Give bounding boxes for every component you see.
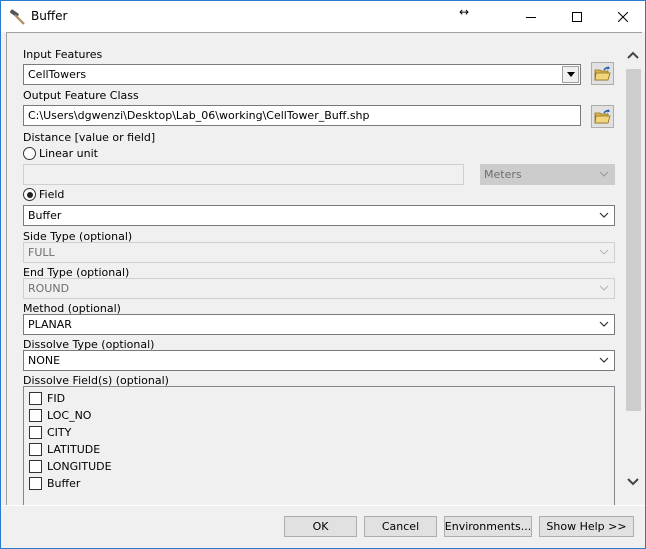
ok-button[interactable]: OK (284, 516, 357, 537)
input-features-label: Input Features (23, 48, 103, 61)
distance-field-select[interactable]: Buffer (23, 205, 615, 226)
dissolve-field-item[interactable]: FID (29, 390, 65, 407)
dissolve-field-label: LONGITUDE (47, 460, 112, 473)
buffer-dialog-window: Buffer ↔ Input Features CellTowers Outpu… (0, 0, 646, 549)
linear-unit-units-select[interactable]: Meters (480, 164, 615, 185)
chevron-down-icon (599, 321, 609, 327)
output-feature-class-value: C:\Users\dgwenzi\Desktop\Lab_06\working\… (28, 109, 370, 122)
open-folder-icon (594, 109, 611, 124)
show-help-button[interactable]: Show Help >> (539, 516, 634, 537)
linear-unit-radio-circle[interactable] (23, 147, 36, 160)
output-feature-class-input[interactable]: C:\Users\dgwenzi\Desktop\Lab_06\working\… (23, 105, 581, 126)
dissolve-field-checkbox[interactable] (29, 443, 42, 456)
chevron-down-icon (599, 285, 609, 291)
field-radio[interactable]: Field (23, 188, 64, 201)
linear-unit-units-value: Meters (484, 168, 522, 181)
close-icon (618, 11, 628, 22)
dissolve-field-item[interactable]: LONGITUDE (29, 458, 112, 475)
minimize-button[interactable] (508, 1, 554, 32)
dissolve-type-value: NONE (28, 354, 61, 367)
minimize-icon (526, 16, 536, 18)
open-folder-icon (594, 66, 611, 81)
title-bar[interactable]: Buffer ↔ (1, 1, 645, 32)
scroll-up-button[interactable] (622, 46, 642, 63)
dissolve-field-item[interactable]: LATITUDE (29, 441, 100, 458)
maximize-button[interactable] (554, 1, 600, 32)
side-type-value: FULL (28, 246, 55, 259)
environments-button[interactable]: Environments... (444, 516, 532, 537)
dissolve-field-checkbox[interactable] (29, 392, 42, 405)
window-title: Buffer (31, 9, 68, 23)
hammer-icon (9, 8, 27, 26)
distance-label: Distance [value or field] (23, 131, 156, 144)
method-select[interactable]: PLANAR (23, 314, 615, 335)
dissolve-field-item[interactable]: Buffer (29, 475, 80, 492)
end-type-value: ROUND (28, 282, 70, 295)
panel-divider (1, 505, 645, 506)
scroll-down-button[interactable] (622, 473, 642, 490)
linear-unit-value-input[interactable] (23, 164, 464, 185)
close-button[interactable] (600, 1, 646, 32)
dissolve-fields-list: FID LOC_NO CITY LATITUDE LONGITUDE Buffe… (23, 386, 615, 505)
field-radio-label: Field (39, 188, 65, 201)
dissolve-field-label: Buffer (47, 477, 81, 490)
dissolve-field-checkbox[interactable] (29, 409, 42, 422)
chevron-down-icon (626, 477, 639, 485)
dissolve-field-item[interactable]: LOC_NO (29, 407, 91, 424)
output-feature-class-browse-button[interactable] (591, 105, 614, 128)
method-value: PLANAR (28, 318, 72, 331)
input-features-browse-button[interactable] (591, 62, 614, 85)
linear-unit-radio-label: Linear unit (39, 147, 98, 160)
cancel-button[interactable]: Cancel (364, 516, 437, 537)
parameters-panel: Input Features CellTowers Output Feature… (6, 32, 642, 505)
chevron-down-icon (599, 171, 609, 177)
maximize-icon (572, 11, 582, 22)
dissolve-field-item[interactable]: CITY (29, 424, 71, 441)
input-features-value: CellTowers (28, 68, 87, 81)
chevron-down-icon (599, 249, 609, 255)
dissolve-field-checkbox[interactable] (29, 460, 42, 473)
field-radio-circle[interactable] (23, 188, 36, 201)
chevron-down-icon (599, 212, 609, 218)
input-features-combobox[interactable]: CellTowers (23, 64, 581, 85)
chevron-up-icon (626, 51, 639, 59)
output-feature-class-label: Output Feature Class (23, 89, 139, 102)
dissolve-type-select[interactable]: NONE (23, 350, 615, 371)
triangle-down-icon (566, 72, 575, 77)
end-type-select[interactable]: ROUND (23, 278, 615, 299)
dissolve-field-checkbox[interactable] (29, 426, 42, 439)
scroll-thumb[interactable] (626, 69, 641, 411)
dissolve-field-checkbox[interactable] (29, 477, 42, 490)
linear-unit-radio[interactable]: Linear unit (23, 147, 98, 160)
dissolve-field-label: LATITUDE (47, 443, 101, 456)
vertical-scrollbar[interactable] (622, 33, 642, 505)
dissolve-field-label: CITY (47, 426, 72, 439)
dissolve-field-label: LOC_NO (47, 409, 92, 422)
side-type-select[interactable]: FULL (23, 242, 615, 263)
chevron-down-icon (599, 357, 609, 363)
dissolve-field-label: FID (47, 392, 66, 405)
input-features-dropdown-button[interactable] (562, 66, 579, 83)
resize-horizontal-icon: ↔ (459, 5, 470, 19)
distance-field-value: Buffer (28, 209, 62, 222)
